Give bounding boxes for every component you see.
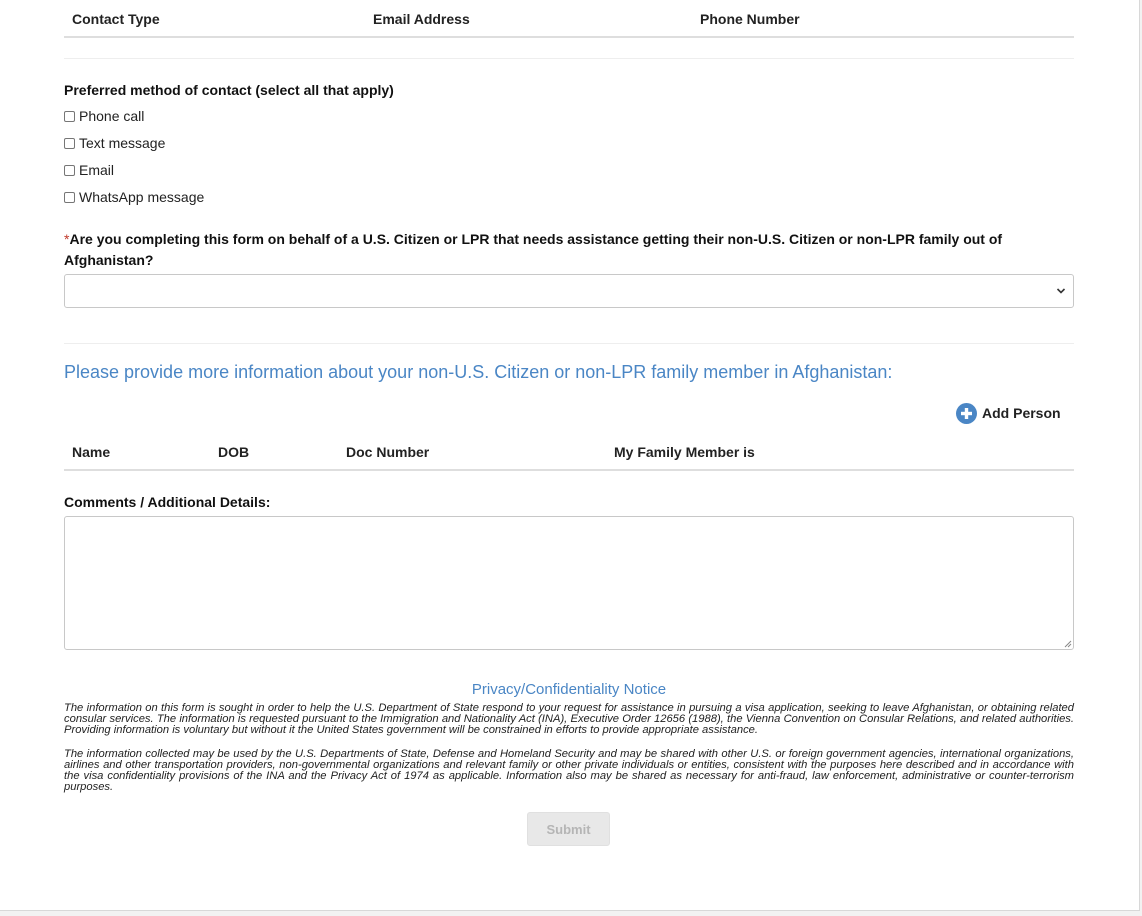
email-option[interactable]: Email — [64, 161, 114, 179]
preferred-contact-label: Preferred method of contact (select all … — [64, 82, 394, 98]
phone-number-header: Phone Number — [700, 11, 800, 27]
behalf-select[interactable] — [64, 274, 1074, 308]
comments-label: Comments / Additional Details: — [64, 494, 271, 510]
behalf-question-label: *Are you completing this form on behalf … — [64, 229, 1074, 271]
section-divider-2 — [64, 343, 1074, 344]
family-table-header-rule — [64, 469, 1074, 471]
contact-table-header-rule — [64, 36, 1074, 38]
contact-type-header: Contact Type — [72, 11, 160, 27]
privacy-paragraph-1: The information on this form is sought i… — [64, 702, 1074, 736]
add-circle-icon — [956, 402, 977, 424]
phone-call-option[interactable]: Phone call — [64, 107, 144, 125]
dob-header: DOB — [218, 444, 250, 460]
form-card: Contact Type Email Address Phone Number … — [0, 0, 1140, 911]
privacy-title: Privacy/Confidentiality Notice — [471, 681, 667, 698]
phone-call-label: Phone call — [79, 108, 145, 124]
text-message-label: Text message — [79, 135, 166, 151]
family-section-title: Please provide more information about yo… — [64, 362, 893, 382]
doc-number-header: Doc Number — [346, 444, 430, 460]
resize-grip-icon[interactable] — [1062, 638, 1072, 648]
behalf-question-text: Are you completing this form on behalf o… — [64, 231, 1003, 268]
text-message-option[interactable]: Text message — [64, 134, 165, 152]
section-divider — [64, 58, 1074, 59]
whatsapp-checkbox[interactable] — [64, 191, 75, 203]
phone-call-checkbox[interactable] — [64, 110, 75, 122]
privacy-paragraph-2: The information collected may be used by… — [64, 748, 1074, 793]
email-address-header: Email Address — [373, 11, 470, 27]
email-label: Email — [79, 162, 115, 178]
add-person-button[interactable]: Add Person — [956, 402, 1061, 424]
submit-button[interactable]: Submit — [527, 812, 610, 846]
add-person-label: Add Person — [982, 405, 1061, 421]
chevron-down-icon — [1056, 288, 1066, 294]
email-checkbox[interactable] — [64, 164, 75, 176]
comments-textarea[interactable] — [64, 516, 1074, 650]
family-member-header: My Family Member is — [614, 444, 755, 460]
text-message-checkbox[interactable] — [64, 137, 75, 149]
name-header: Name — [72, 444, 111, 460]
whatsapp-label: WhatsApp message — [79, 189, 205, 205]
whatsapp-option[interactable]: WhatsApp message — [64, 188, 204, 206]
